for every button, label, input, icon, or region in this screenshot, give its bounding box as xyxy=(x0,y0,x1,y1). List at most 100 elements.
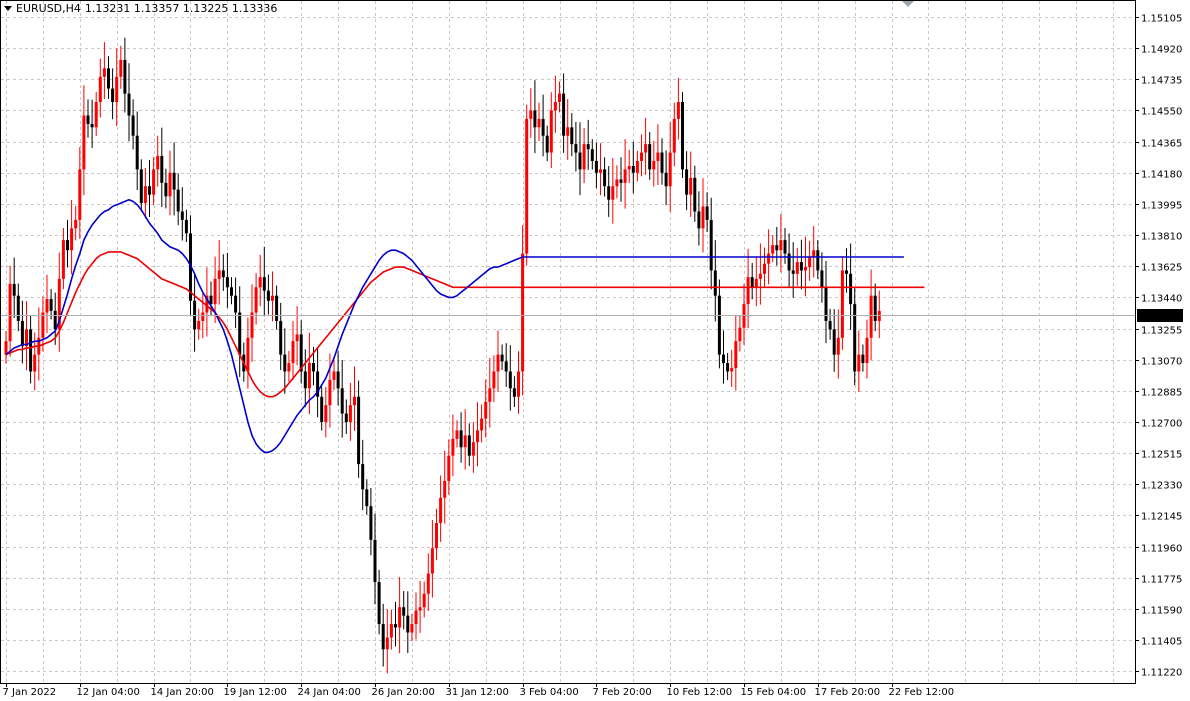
candle-body xyxy=(66,240,69,251)
candle-body xyxy=(418,607,422,611)
candle-body xyxy=(107,68,110,89)
candle-body xyxy=(734,341,738,369)
candle-body xyxy=(312,363,315,372)
candle-body xyxy=(664,172,668,187)
candle-body xyxy=(16,295,20,321)
candle-body xyxy=(717,295,721,355)
y-tick-label: 1.12330 xyxy=(1141,481,1182,492)
candle-body xyxy=(500,354,504,362)
candle-body xyxy=(344,413,348,422)
y-tick-label: 1.12145 xyxy=(1141,512,1182,523)
candle-body xyxy=(426,573,430,594)
candle-body xyxy=(644,144,648,153)
candle-body xyxy=(307,363,311,389)
candle-body xyxy=(533,110,537,128)
candle-body xyxy=(148,186,151,195)
candle-body xyxy=(127,93,131,116)
candle-body xyxy=(160,155,164,183)
candle-body xyxy=(303,371,307,389)
candle-body xyxy=(873,295,877,321)
candle-body xyxy=(484,401,488,419)
candle xyxy=(681,91,684,178)
candle-body xyxy=(537,118,541,128)
candle-body xyxy=(750,277,754,288)
candle-body xyxy=(180,211,184,220)
candle-body xyxy=(254,287,258,313)
candle-body xyxy=(652,160,656,170)
candle-body xyxy=(271,295,274,301)
candle-body xyxy=(29,329,33,372)
candle-body xyxy=(324,405,328,422)
candle-body xyxy=(771,245,775,254)
candle-body xyxy=(763,263,766,274)
triangle-down-icon[interactable] xyxy=(4,6,12,11)
candle-body xyxy=(590,149,594,161)
candle-body xyxy=(697,211,701,229)
x-tick-label: 26 Jan 20:00 xyxy=(372,687,435,698)
candle-body xyxy=(234,295,238,313)
candle-body xyxy=(857,354,861,372)
candle-body xyxy=(246,337,250,372)
candle-body xyxy=(545,135,549,153)
candle-body xyxy=(357,396,361,465)
candle-body xyxy=(648,144,652,170)
candle-body xyxy=(586,144,590,150)
y-tick-label: 1.13810 xyxy=(1141,232,1182,243)
x-tick-label: 12 Jan 04:00 xyxy=(77,687,140,698)
candle-body xyxy=(250,312,254,338)
y-tick-label: 1.13625 xyxy=(1141,263,1182,274)
candle-body xyxy=(430,548,434,574)
candle-body xyxy=(594,160,598,173)
candle-body xyxy=(459,430,463,448)
candle-body xyxy=(496,354,500,372)
y-tick-label: 1.13440 xyxy=(1141,294,1182,305)
candle-body xyxy=(812,250,816,257)
candle-body xyxy=(320,396,324,422)
candle-body xyxy=(176,189,180,212)
y-tick-label: 1.12515 xyxy=(1141,450,1182,461)
candle-body xyxy=(230,287,233,296)
candle-body xyxy=(488,388,492,402)
candle-body xyxy=(709,219,713,271)
candle-body xyxy=(689,177,693,195)
y-tick-label: 1.11775 xyxy=(1141,575,1182,586)
candle-body xyxy=(820,270,824,288)
candle-body xyxy=(373,539,377,582)
chart-header: EURUSD,H4 1.13231 1.13357 1.13225 1.1333… xyxy=(4,2,277,15)
candle-body xyxy=(619,179,623,183)
chart-window[interactable]: 1.15105 1.14920 1.14735 1.14550 1.14365 1.141… xyxy=(0,0,1190,701)
candle-body xyxy=(12,283,16,296)
candle-body xyxy=(123,59,127,94)
candle-body xyxy=(795,262,799,274)
candle-body xyxy=(783,240,787,254)
candle-body xyxy=(767,253,771,264)
candle-body xyxy=(492,371,496,389)
y-tick-label: 1.11960 xyxy=(1141,544,1182,555)
candle-body xyxy=(832,329,836,355)
candle-body xyxy=(41,312,45,338)
candle-body xyxy=(402,607,406,616)
candle-body xyxy=(451,438,455,456)
x-tick-label: 14 Jan 20:00 xyxy=(151,687,214,698)
candle-body xyxy=(640,152,643,161)
candle-body xyxy=(381,624,385,650)
y-tick-label: 1.15105 xyxy=(1141,14,1182,25)
candle-body xyxy=(808,256,812,268)
candle-body xyxy=(70,228,74,251)
candle-body xyxy=(86,115,90,124)
candle-body xyxy=(238,312,242,355)
candle-body xyxy=(287,363,291,372)
candle-body xyxy=(869,295,873,338)
candle-body xyxy=(558,93,561,103)
candle-body xyxy=(508,371,512,389)
candle-body xyxy=(705,206,709,220)
price-chart[interactable]: 1.15105 1.14920 1.14735 1.14550 1.14365 1.141… xyxy=(0,0,1190,701)
candle-body xyxy=(291,341,295,364)
price-marker: 1.13336 xyxy=(1137,309,1183,322)
candle-body xyxy=(480,418,484,431)
candle-body xyxy=(775,245,779,251)
x-tick-label: 17 Feb 20:00 xyxy=(815,687,881,698)
candle-body xyxy=(787,253,791,271)
candle-body xyxy=(135,135,139,170)
candle-body xyxy=(94,102,98,128)
